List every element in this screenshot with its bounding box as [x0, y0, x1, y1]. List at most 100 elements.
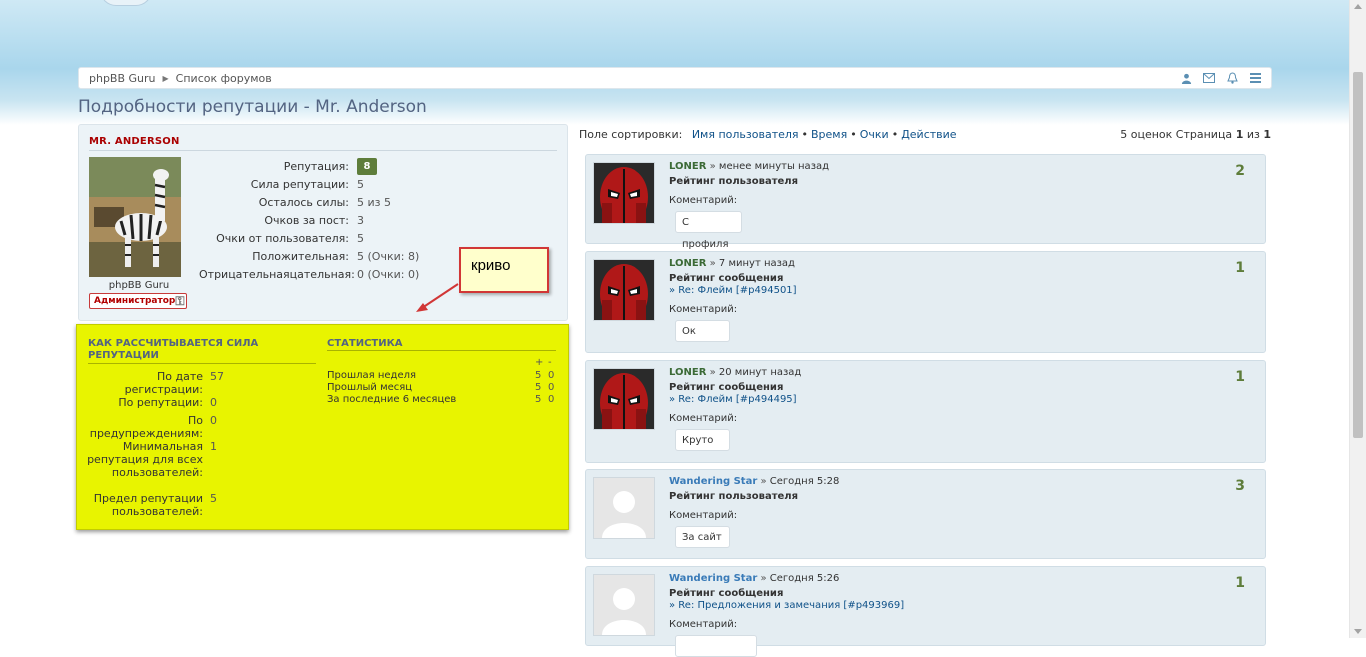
stat-row: Очков за пост: 3 — [199, 211, 554, 229]
user-icon[interactable] — [1180, 72, 1192, 84]
rating-time: 20 минут назад — [718, 367, 802, 378]
statistics-header: + - — [327, 357, 557, 369]
comment-label: Коментарий: — [669, 195, 738, 206]
scroll-up-arrow[interactable] — [1354, 4, 1362, 9]
rating-post-link[interactable]: » Re: Флейм [#p494501] — [669, 285, 797, 296]
calc-value: 57 — [210, 370, 224, 383]
sort-label: Поле сортировки: — [579, 128, 683, 141]
rating-meta: LONER » 20 минут назад — [669, 367, 802, 378]
rating-score: 1 — [1235, 369, 1245, 385]
comment-box: За сайт — [675, 526, 730, 548]
rating-avatar[interactable] — [593, 259, 655, 321]
plus-header: + — [535, 357, 544, 368]
rating-user[interactable]: Wandering Star — [669, 476, 757, 487]
statistics-title: СТАТИСТИКА — [327, 338, 403, 349]
rating-type: Рейтинг сообщения — [669, 382, 784, 393]
profile-username[interactable]: MR. ANDERSON — [89, 136, 180, 147]
statistics-row: За последние 6 месяцев 5 0 — [327, 394, 557, 406]
page-of: из — [1246, 128, 1260, 141]
statistics-minus: 0 — [548, 382, 555, 393]
sort-by-points[interactable]: Очки — [860, 128, 889, 141]
stat-value: 5 — [357, 177, 364, 191]
stat-row: Репутация: 8 — [199, 157, 554, 175]
reputation-calc-panel: КАК РАССЧИТЫВАЕТСЯ СИЛА РЕПУТАЦИИ По дат… — [76, 324, 569, 530]
sort-bar: Поле сортировки: Имя пользователя • Время •… — [579, 128, 1271, 141]
calc-title: КАК РАССЧИТЫВАЕТСЯ СИЛА РЕПУТАЦИИ — [88, 338, 259, 361]
sort-by-action[interactable]: Действие — [901, 128, 956, 141]
rating-post-link-text[interactable]: Re: Предложения и замечания [#p493969] — [678, 600, 904, 611]
bell-icon[interactable] — [1226, 72, 1238, 84]
site-logo-edge[interactable] — [100, 0, 152, 6]
comment-box: С профиля — [675, 211, 742, 250]
stat-row: Очки от пользователя: 5 — [199, 229, 554, 247]
statistics-plus: 5 — [535, 382, 542, 393]
rating-avatar[interactable] — [593, 477, 655, 539]
scroll-thumb[interactable] — [1353, 72, 1363, 438]
rating-score: 3 — [1235, 478, 1245, 494]
rating-item: LONER » менее минуты назад Рейтинг польз… — [585, 154, 1266, 250]
rating-type: Рейтинг пользователя — [669, 491, 799, 502]
rating-type: Рейтинг пользователя — [669, 176, 799, 187]
calc-value: 0 — [210, 396, 217, 409]
annotation-arrow-icon — [416, 283, 459, 312]
rating-avatar[interactable] — [593, 162, 655, 224]
sort-by-username[interactable]: Имя пользователя — [692, 128, 799, 141]
avatar — [89, 157, 181, 277]
rating-avatar[interactable] — [593, 368, 655, 430]
rating-user[interactable]: Wandering Star — [669, 573, 757, 584]
stat-value: 5 — [357, 231, 364, 245]
total-pages: 1 — [1263, 128, 1271, 141]
rating-count: 5 оценок Страница — [1120, 128, 1233, 141]
stat-value: 5 (Очки: 8) — [357, 249, 420, 263]
rating-user[interactable]: LONER — [669, 258, 706, 269]
stat-label: Очков за пост: — [264, 213, 349, 227]
stat-label: Положительная: — [252, 249, 349, 263]
current-page: 1 — [1235, 128, 1244, 141]
calc-divider — [88, 363, 316, 364]
rating-score: 1 — [1235, 260, 1245, 276]
rating-time: менее минуты назад — [718, 161, 830, 172]
rating-post-link[interactable]: » Re: Флейм [#p494495] — [669, 394, 797, 405]
calc-label: По дате регистрации: — [124, 370, 203, 396]
rating-meta: LONER » менее минуты назад — [669, 161, 830, 172]
calc-label: Предел репутации пользователей: — [93, 492, 203, 518]
statistics-minus: 0 — [548, 370, 555, 381]
sort-by-time[interactable]: Время — [811, 128, 847, 141]
pagination-info: 5 оценок Страница 1 из 1 — [1120, 128, 1271, 141]
rating-user[interactable]: LONER — [669, 161, 706, 172]
rating-item: Wandering Star » Сегодня 5:28 Рейтинг по… — [585, 469, 1266, 559]
comment-box: Ок — [675, 320, 730, 342]
rating-type: Рейтинг сообщения — [669, 588, 784, 599]
mail-icon[interactable] — [1203, 72, 1215, 84]
stat-value: 5 из 5 — [357, 195, 391, 209]
rating-post-link[interactable]: » Re: Предложения и замечания [#p493969] — [669, 600, 904, 611]
comment-label: Коментарий: — [669, 413, 738, 424]
statistics-plus: 5 — [535, 370, 542, 381]
scroll-down-arrow[interactable] — [1354, 629, 1362, 634]
rating-post-link-text[interactable]: Re: Флейм [#p494495] — [678, 394, 796, 405]
reputation-badge: 8 — [357, 157, 377, 175]
statistics-row: Прошлая неделя 5 0 — [327, 370, 557, 382]
stat-value: 0 (Очки: 0) — [357, 267, 420, 281]
minus-header: - — [548, 357, 552, 368]
navbar: phpBB Guru ▶ Список форумов — [78, 67, 1272, 89]
rating-post-link-text[interactable]: Re: Флейм [#p494501] — [678, 285, 796, 296]
breadcrumb-forums[interactable]: Список форумов — [176, 72, 272, 85]
breadcrumb: phpBB Guru ▶ Список форумов — [79, 72, 272, 85]
comment-label: Коментарий: — [669, 619, 738, 630]
breadcrumb-home[interactable]: phpBB Guru — [89, 72, 156, 85]
annotation-callout: криво — [459, 247, 549, 293]
stat-row: Сила репутации: 5 — [199, 175, 554, 193]
statistics-label: Прошлая неделя — [327, 370, 417, 381]
rating-avatar[interactable] — [593, 574, 655, 636]
calc-value: 5 — [210, 492, 217, 505]
page-scrollbar[interactable] — [1349, 0, 1366, 638]
menu-icon[interactable] — [1249, 72, 1261, 84]
profile-divider — [89, 150, 557, 151]
stat-label: Репутация: — [283, 159, 349, 173]
stat-label: Очки от пользователя: — [216, 231, 349, 245]
rating-user[interactable]: LONER — [669, 367, 706, 378]
stat-label: Сила репутации: — [250, 177, 349, 191]
stat-value: 3 — [357, 213, 364, 227]
rating-score: 1 — [1235, 575, 1245, 591]
